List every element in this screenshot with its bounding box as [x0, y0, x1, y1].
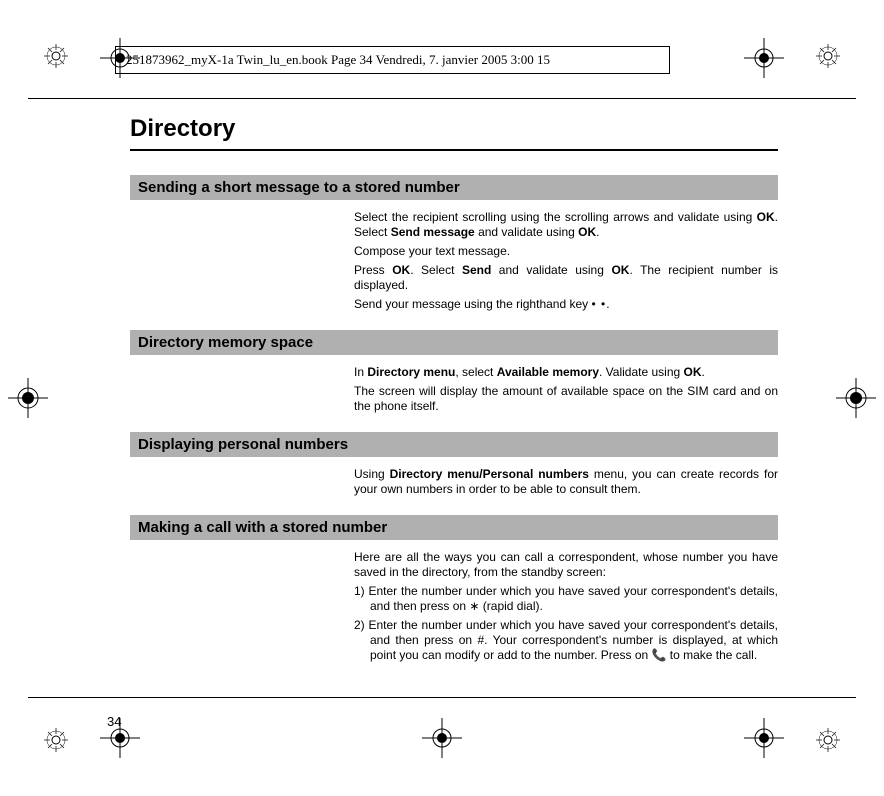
page-content: Directory Sending a short message to a s…	[130, 115, 778, 681]
crop-mark-icon	[422, 718, 462, 758]
section-body-send-message: Select the recipient scrolling using the…	[354, 210, 778, 312]
crop-mark-icon	[836, 378, 876, 418]
list-item: 2) Enter the number under which you have…	[354, 618, 778, 663]
body-text: Send your message using the righthand ke…	[354, 297, 778, 312]
section-body-personal-numbers: Using Directory menu/Personal numbers me…	[354, 467, 778, 497]
document-header: 251873962_myX-1a Twin_lu_en.book Page 34…	[115, 46, 670, 74]
registration-mark-icon	[816, 728, 840, 752]
registration-mark-icon	[816, 44, 840, 68]
list-item: 1) Enter the number under which you have…	[354, 584, 778, 614]
body-text: Using Directory menu/Personal numbers me…	[354, 467, 778, 497]
numbered-list: 1) Enter the number under which you have…	[354, 584, 778, 663]
body-text: Press OK. Select Send and validate using…	[354, 263, 778, 293]
body-text: Here are all the ways you can call a cor…	[354, 550, 778, 580]
registration-mark-icon	[44, 44, 68, 68]
section-heading-memory-space: Directory memory space	[130, 330, 778, 355]
righthand-key-icon: • •	[591, 297, 606, 311]
crop-mark-icon	[744, 38, 784, 78]
registration-mark-icon	[44, 728, 68, 752]
page-title: Directory	[130, 115, 778, 143]
frame-line-top	[28, 98, 856, 99]
body-text: Compose your text message.	[354, 244, 778, 259]
section-heading-personal-numbers: Displaying personal numbers	[130, 432, 778, 457]
document-filepath: 251873962_myX-1a Twin_lu_en.book Page 34…	[126, 52, 550, 67]
crop-mark-icon	[744, 718, 784, 758]
section-heading-making-call: Making a call with a stored number	[130, 515, 778, 540]
body-text: In Directory menu, select Available memo…	[354, 365, 778, 380]
page-number: 34	[107, 714, 121, 729]
body-text: Select the recipient scrolling using the…	[354, 210, 778, 240]
title-rule	[130, 149, 778, 151]
body-text: The screen will display the amount of av…	[354, 384, 778, 414]
section-body-making-call: Here are all the ways you can call a cor…	[354, 550, 778, 663]
section-body-memory-space: In Directory menu, select Available memo…	[354, 365, 778, 414]
section-heading-send-message: Sending a short message to a stored numb…	[130, 175, 778, 200]
frame-line-bottom	[28, 697, 856, 698]
crop-mark-icon	[8, 378, 48, 418]
